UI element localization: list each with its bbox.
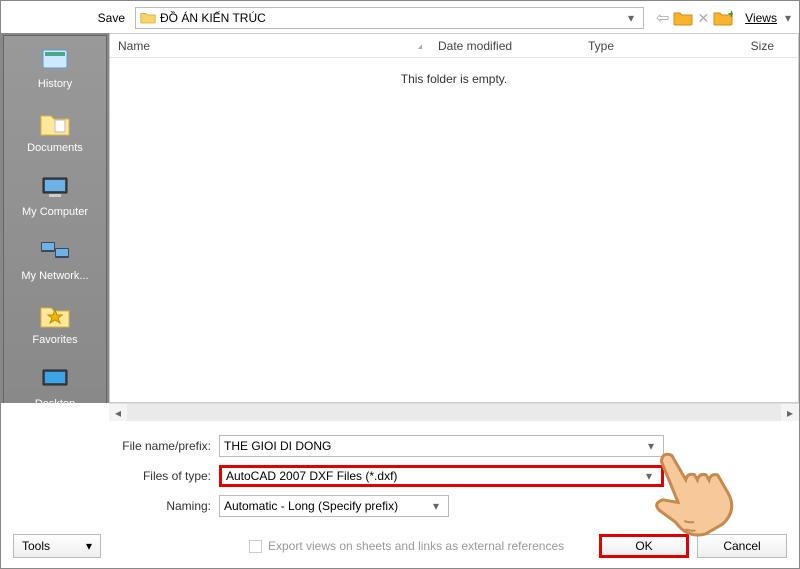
column-headers: Name Date modified Type Size [110,34,798,58]
documents-folder-icon [37,108,73,138]
sidebar-item-label: History [38,78,72,90]
save-label: Save [9,11,129,25]
column-name[interactable]: Name [110,39,410,53]
sidebar-item-label: Documents [27,142,83,154]
column-date[interactable]: Date modified [430,39,580,53]
sidebar-item-desktop[interactable]: Desktop [4,356,106,403]
empty-folder-message: This folder is empty. [110,58,798,100]
chevron-down-icon: ▾ [641,469,657,483]
scroll-left-icon[interactable]: ◂ [109,406,127,420]
column-type[interactable]: Type [580,39,710,53]
chevron-down-icon: ▾ [643,439,659,453]
filetype-label: Files of type: [109,469,219,483]
file-list: Name Date modified Type Size This folder… [109,33,799,403]
filename-input[interactable]: THE GIOI DI DONG ▾ [219,435,664,457]
naming-dropdown[interactable]: Automatic - Long (Specify prefix) ▾ [219,495,449,517]
export-views-label: Export views on sheets and links as exte… [268,539,564,553]
filename-value: THE GIOI DI DONG [224,439,331,453]
export-views-checkbox[interactable] [249,540,262,553]
sidebar-item-my-computer[interactable]: My Computer [4,164,106,228]
horizontal-scrollbar[interactable]: ◂ ▸ [109,403,799,421]
places-sidebar: History Documents My Computer My Network… [1,33,109,403]
scroll-right-icon[interactable]: ▸ [781,406,799,420]
views-menu[interactable]: Views [745,11,777,25]
history-icon [37,44,73,74]
sidebar-item-label: Desktop [35,398,75,403]
delete-icon[interactable]: ✕ [697,10,709,27]
scroll-track[interactable] [127,404,781,421]
views-chevron-icon: ▾ [785,11,791,25]
new-folder-icon[interactable]: + [713,10,733,26]
column-size[interactable]: Size [710,39,798,53]
sidebar-item-label: My Network... [21,270,88,282]
chevron-down-icon: ▾ [86,539,92,553]
svg-text:+: + [728,10,733,21]
network-icon [37,236,73,266]
chevron-down-icon: ▾ [428,499,444,513]
desktop-icon [37,364,73,394]
tools-label: Tools [22,539,50,553]
sidebar-item-my-network[interactable]: My Network... [4,228,106,292]
sort-indicator-icon [410,43,430,49]
filename-label: File name/prefix: [109,439,219,453]
sidebar-item-favorites[interactable]: Favorites [4,292,106,356]
sidebar-item-label: My Computer [22,206,88,218]
save-in-folder-name: ĐỒ ÁN KIẾN TRÚC [160,11,266,25]
sidebar-item-history[interactable]: History [4,36,106,100]
tools-menu-button[interactable]: Tools ▾ [13,534,101,558]
sidebar-item-label: Favorites [32,334,77,346]
filetype-dropdown[interactable]: AutoCAD 2007 DXF Files (*.dxf) ▾ [219,465,664,487]
up-folder-icon[interactable] [673,10,693,26]
filetype-value: AutoCAD 2007 DXF Files (*.dxf) [226,469,397,483]
naming-value: Automatic - Long (Specify prefix) [224,499,398,513]
favorites-folder-icon [37,300,73,330]
chevron-down-icon: ▾ [623,11,639,25]
computer-icon [37,172,73,202]
cancel-button[interactable]: Cancel [697,534,787,558]
naming-label: Naming: [109,499,219,513]
save-in-dropdown[interactable]: ĐỒ ÁN KIẾN TRÚC ▾ [135,7,644,29]
back-icon[interactable]: ⇦ [656,8,669,28]
ok-button[interactable]: OK [599,534,689,558]
folder-icon [140,11,156,25]
sidebar-item-documents[interactable]: Documents [4,100,106,164]
